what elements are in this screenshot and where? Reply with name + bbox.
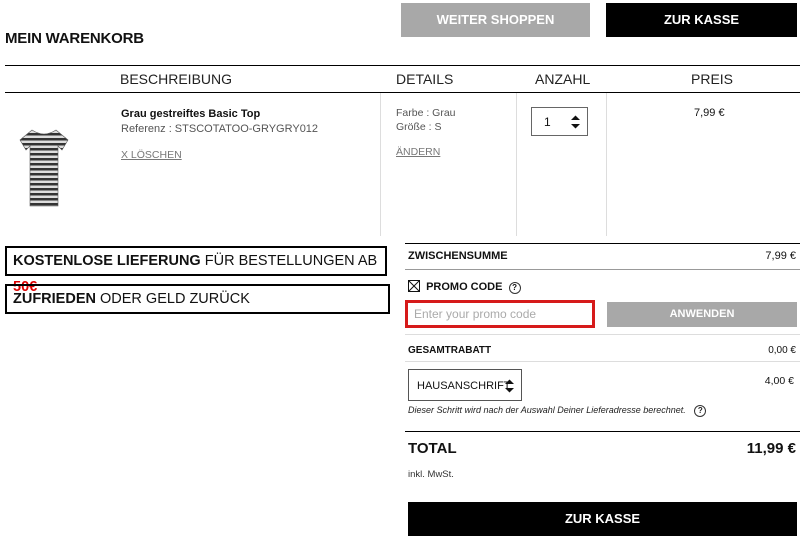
page-title: MEIN WARENKORB — [5, 30, 144, 47]
checkout-bottom-button[interactable]: ZUR KASSE — [408, 502, 797, 536]
promo-toggle[interactable]: PROMO CODE ? — [408, 280, 521, 294]
header-divider — [5, 65, 800, 66]
row-divider — [606, 93, 607, 236]
shipping-value: 4,00 € — [764, 375, 794, 387]
col-details: DETAILS — [396, 71, 454, 87]
col-price: PREIS — [691, 71, 734, 87]
col-quantity: ANZAHL — [535, 71, 591, 87]
discount-divider — [405, 361, 800, 362]
product-image[interactable] — [18, 128, 70, 208]
satisfaction-bold: ZUFRIEDEN — [13, 291, 96, 307]
promo-divider — [405, 334, 800, 335]
subtotal-value: 7,99 € — [765, 250, 796, 262]
apply-promo-button[interactable]: ANWENDEN — [607, 302, 797, 327]
free-delivery-bold: KOSTENLOSE LIEFERUNG — [13, 253, 201, 269]
subtotal-label: ZWISCHENSUMME — [408, 250, 508, 262]
promo-code-input[interactable]: Enter your promo code — [405, 300, 595, 328]
close-icon[interactable] — [408, 280, 420, 292]
shipping-option: HAUSANSCHRIFT — [417, 380, 511, 392]
quantity-stepper[interactable]: 1 — [531, 107, 588, 136]
product-color: Farbe : Grau — [396, 107, 456, 119]
shipping-select[interactable]: HAUSANSCHRIFT — [408, 369, 522, 401]
table-header-divider — [5, 92, 800, 93]
quantity-value: 1 — [544, 115, 551, 129]
product-name[interactable]: Grau gestreiftes Basic Top — [121, 108, 260, 120]
help-icon[interactable]: ? — [508, 282, 521, 294]
promo-label: PROMO CODE — [426, 281, 503, 293]
product-size: Größe : S — [396, 121, 442, 133]
stepper-arrows-icon[interactable] — [570, 115, 581, 129]
select-arrows-icon — [505, 379, 514, 393]
free-delivery-text: FÜR BESTELLUNGEN AB — [200, 253, 378, 269]
help-icon[interactable]: ? — [694, 405, 707, 417]
free-delivery-banner: KOSTENLOSE LIEFERUNG FÜR BESTELLUNGEN AB… — [5, 246, 387, 295]
row-divider — [516, 93, 517, 236]
change-item-link[interactable]: ÄNDERN — [396, 146, 440, 158]
satisfaction-banner: ZUFRIEDEN ODER GELD ZURÜCK — [5, 284, 390, 314]
remove-item-link[interactable]: X LÖSCHEN — [121, 149, 182, 161]
total-divider — [405, 431, 800, 432]
checkout-top-button[interactable]: ZUR KASSE — [606, 3, 797, 37]
product-reference: Referenz : STSCOTATOO-GRYGRY012 — [121, 123, 319, 135]
shipping-note: Dieser Schritt wird nach der Auswahl Dei… — [408, 405, 707, 417]
striped-top-image — [19, 129, 69, 207]
discount-value: 0,00 € — [768, 345, 796, 356]
subtotal-divider — [405, 269, 800, 270]
shipping-note-text: Dieser Schritt wird nach der Auswahl Dei… — [408, 405, 686, 415]
col-description: BESCHREIBUNG — [120, 71, 233, 87]
item-price: 7,99 € — [694, 107, 725, 119]
total-value: 11,99 € — [746, 440, 796, 457]
continue-shopping-button[interactable]: WEITER SHOPPEN — [401, 3, 590, 37]
vat-note: inkl. MwSt. — [408, 469, 454, 480]
row-divider — [380, 93, 381, 236]
summary-top-divider — [405, 243, 800, 244]
discount-label: GESAMTRABATT — [408, 345, 492, 356]
satisfaction-text: ODER GELD ZURÜCK — [95, 291, 250, 307]
total-label: TOTAL — [408, 440, 457, 457]
